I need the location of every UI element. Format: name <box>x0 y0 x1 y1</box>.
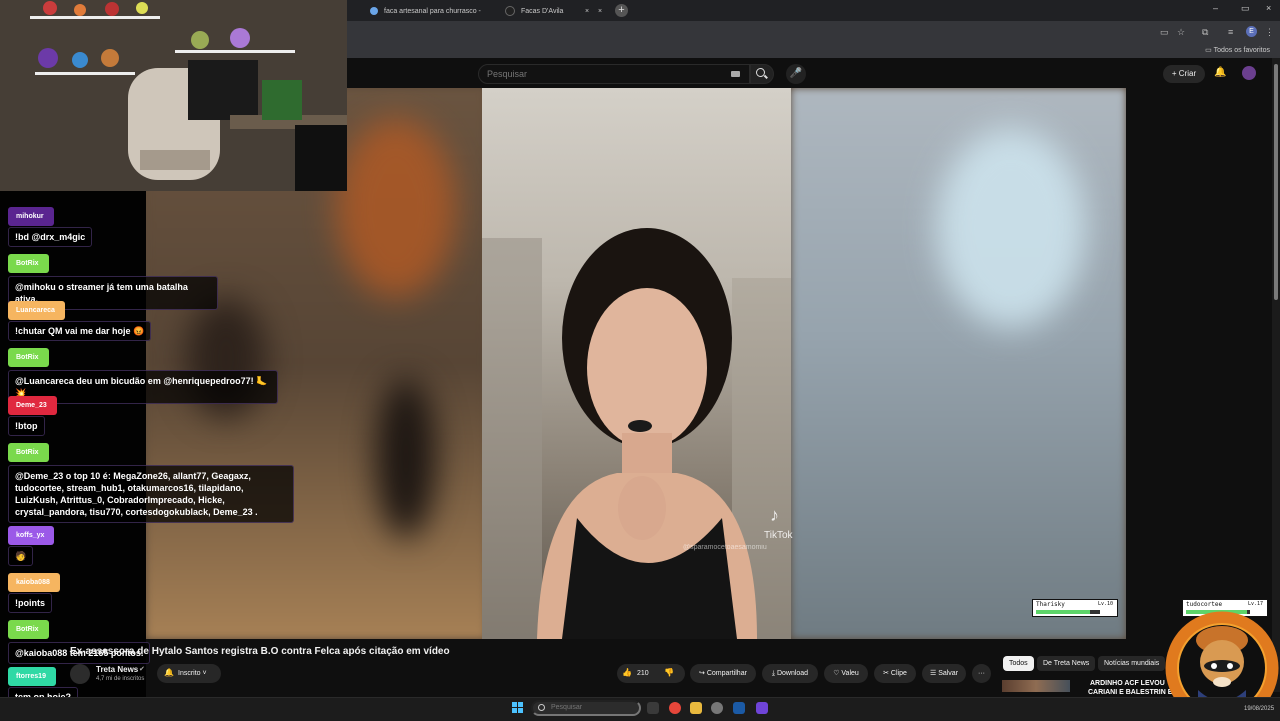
webcam-room-scene <box>0 0 347 191</box>
tiktok-logo-icon: ♪ <box>770 505 779 525</box>
chat-text: !btop <box>8 416 45 436</box>
chat-username: BotRix <box>8 443 49 462</box>
download-button[interactable]: ⤓ Download <box>762 664 818 683</box>
tiktok-video-frame <box>482 88 791 639</box>
chat-username: Luancareca <box>8 301 65 320</box>
tab-search-icon[interactable]: ≡ <box>1228 27 1233 37</box>
chat-text: !points <box>8 593 52 613</box>
chat-username: mihokur <box>8 207 54 226</box>
tiktok-watermark: TikTok <box>764 530 793 541</box>
account-avatar[interactable] <box>1242 66 1256 80</box>
chat-text: @Deme_23 o top 10 é: MegaZone26, allant7… <box>8 465 294 523</box>
subscription-bell-icon[interactable]: 🔔 <box>164 668 174 677</box>
dislike-icon[interactable]: 👎 <box>664 668 674 677</box>
maximize-icon[interactable]: ▭ <box>1241 3 1250 14</box>
tab-title: faca artesanal para churrasco - <box>384 7 481 15</box>
all-favorites-link[interactable]: ▭ Todos os favoritos <box>1205 46 1270 54</box>
steam-icon[interactable] <box>733 702 745 714</box>
hp-bar <box>1036 610 1100 614</box>
save-button[interactable]: ☰ Salvar <box>922 664 966 683</box>
like-count: 210 <box>637 670 649 677</box>
menu-icon[interactable]: ⋮ <box>1265 27 1274 38</box>
battle-status-player-a: Tharisky Lv.10 <box>1032 599 1118 617</box>
chat-message: Luancareca !chutar QM vai me dar hoje 😡 <box>8 301 152 341</box>
notifications-bell-icon[interactable]: 🔔 <box>1214 67 1226 78</box>
more-actions-button[interactable]: ··· <box>972 664 991 683</box>
video-title: Ex-assessora de Hytalo Santos registra B… <box>70 646 450 657</box>
search-icon <box>538 704 545 711</box>
channel-name[interactable]: Treta News <box>96 665 138 674</box>
keyboard-icon[interactable] <box>731 71 740 77</box>
tiktok-handle: @sparamocetoaesamomiu <box>683 544 767 551</box>
folder-icon: ▭ <box>1205 47 1214 54</box>
twitch-icon[interactable] <box>756 702 768 714</box>
thanks-button[interactable]: ♡ Valeu <box>824 664 868 683</box>
chat-text: 🧑 <box>8 546 34 566</box>
minimize-icon[interactable]: – <box>1213 3 1218 13</box>
hp-fill <box>1036 610 1091 614</box>
chat-username: BotRix <box>8 254 49 273</box>
chat-username: ftorres19 <box>8 667 56 686</box>
streamer-webcam <box>0 0 347 191</box>
secondary-column <box>1126 88 1272 639</box>
chat-text: !bd @drx_m4gic <box>8 227 93 247</box>
cast-icon[interactable]: ▭ <box>1160 27 1169 38</box>
subscriber-count: 4,7 mi de inscritos <box>96 676 145 682</box>
chip-all[interactable]: Todos <box>1003 656 1034 671</box>
profile-avatar[interactable]: E <box>1246 26 1257 37</box>
chip-from-channel[interactable]: De Treta News <box>1037 656 1096 671</box>
tab-title: Facas D'Avila <box>521 7 564 15</box>
chat-username: kaioba088 <box>8 573 60 592</box>
verified-icon: ✔ <box>139 666 145 673</box>
blurred-window <box>936 128 1086 328</box>
bookmark-star-icon[interactable]: ☆ <box>1177 27 1185 38</box>
chat-message: mihokur !bd @drx_m4gic <box>8 207 93 247</box>
person-illustration <box>482 228 791 639</box>
chat-message: kaioba088 !points <box>8 573 60 613</box>
chat-username: BotRix <box>8 348 49 367</box>
channel-logo[interactable] <box>70 664 90 684</box>
blurred-poster <box>336 118 456 298</box>
chat-message: BotRix @kaioba088 tem 2165 pontos. <box>8 620 158 664</box>
player-level: Lv.10 <box>1097 601 1113 607</box>
chat-message: koffs_yx 🧑 <box>8 526 55 566</box>
new-tab-button[interactable]: + <box>615 4 628 17</box>
player-name: Tharisky <box>1036 601 1065 608</box>
chrome-icon[interactable] <box>669 702 681 714</box>
search-icon <box>756 68 765 77</box>
task-view-icon[interactable] <box>647 702 659 714</box>
extensions-icon[interactable]: ⧉ <box>1202 27 1208 38</box>
like-icon: 👍 <box>622 668 632 677</box>
chat-message: Deme_23 !btop <box>8 396 57 436</box>
close-window-icon[interactable]: × <box>1266 3 1271 13</box>
scrollbar-thumb[interactable] <box>1274 64 1278 300</box>
share-button[interactable]: ↪ Compartilhar <box>690 664 756 683</box>
chat-username: Deme_23 <box>8 396 57 415</box>
search-input[interactable] <box>478 64 750 84</box>
taskbar-search-input[interactable] <box>531 700 641 716</box>
tab-close-icon[interactable]: × <box>598 2 612 20</box>
chat-username: koffs_yx <box>8 526 55 545</box>
voice-search-button[interactable]: 🎤 <box>786 64 806 84</box>
tab-favicon <box>505 6 515 16</box>
file-explorer-icon[interactable] <box>690 702 702 714</box>
windows-start-icon[interactable] <box>512 702 523 713</box>
blurred-bottle <box>376 378 436 538</box>
create-button[interactable]: + Criar <box>1163 65 1205 83</box>
favorites-label: Todos os favoritos <box>1213 47 1270 54</box>
chat-text: !chutar QM vai me dar hoje 😡 <box>8 321 152 341</box>
recommended-thumbnail[interactable] <box>1002 680 1070 692</box>
taskbar-date: 19/08/2025 <box>1244 706 1275 712</box>
chat-message: BotRix @Deme_23 o top 10 é: MegaZone26, … <box>8 443 294 523</box>
clip-button[interactable]: ✂ Clipe <box>874 664 916 683</box>
chat-username: BotRix <box>8 620 49 639</box>
close-icon: × <box>598 7 603 15</box>
obs-icon[interactable] <box>711 702 723 714</box>
tab-favicon <box>370 7 378 15</box>
